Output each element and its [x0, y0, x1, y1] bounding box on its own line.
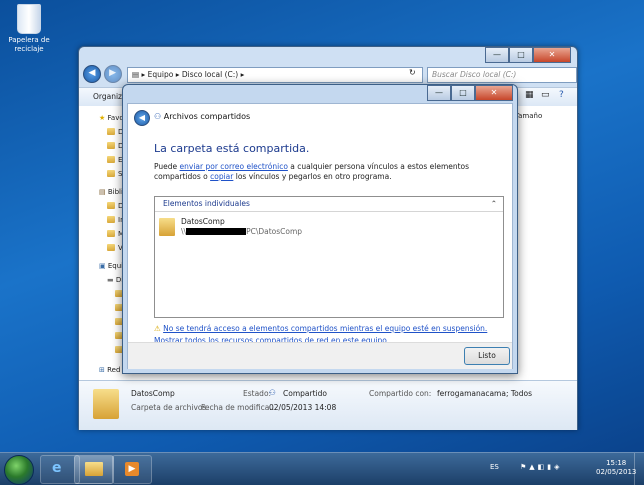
details-pane: DatosComp Carpeta de archivos Estado: ⚇ … — [79, 380, 577, 430]
breadcrumb-equipo[interactable]: Equipo — [148, 70, 174, 79]
shared-item-path: \\ PC\DatosComp — [181, 227, 303, 236]
folder-icon — [107, 202, 115, 209]
disk-icon: ▬ — [107, 276, 116, 284]
folder-icon — [107, 142, 115, 149]
taskbar: e ▶ ES ⚑▲◧▮◈ 15:18 02/05/2013 — [0, 452, 644, 485]
recycle-bin-desktop-icon[interactable]: Papelera de reciclaje — [6, 4, 52, 54]
folder-icon — [107, 156, 115, 163]
shared-files-dialog: — □ ✕ ◀ ⚇ Archivos compartidos La carpet… — [122, 84, 518, 374]
shared-item-name: DatosComp — [181, 217, 225, 226]
email-link[interactable]: enviar por correo electrónico — [180, 162, 288, 171]
window-controls: — □ ✕ — [485, 47, 571, 63]
minimize-button[interactable]: — — [485, 47, 509, 63]
recycle-bin-icon — [17, 4, 41, 34]
help-icon[interactable]: ? — [559, 90, 564, 100]
folder-taskbar-icon — [85, 462, 103, 476]
suspension-warning: ⚠ No se tendrá acceso a elementos compar… — [154, 324, 487, 333]
folder-icon-large — [93, 389, 119, 419]
computer-icon: ▤ ▸ — [132, 70, 148, 79]
navigation-bar: ◀ ▶ ▤ ▸ Equipo ▸ Disco local (C:) ▸ ↻ Bu… — [83, 65, 577, 85]
details-modified-value: 02/05/2013 14:08 — [269, 403, 337, 412]
shared-users-icon: ⚇ — [269, 388, 276, 397]
dialog-body: ◀ ⚇ Archivos compartidos La carpeta está… — [127, 103, 513, 369]
warning-icon: ⚠ — [154, 324, 164, 333]
dialog-controls: — □ ✕ — [427, 85, 513, 101]
library-icon: ▤ — [99, 188, 108, 196]
collapse-chevron-icon[interactable]: ⌃ — [491, 197, 497, 211]
dialog-description: Puede enviar por correo electrónico a cu… — [154, 162, 470, 181]
search-input[interactable]: Buscar Disco local (C:) — [427, 67, 577, 83]
folder-icon — [107, 244, 115, 251]
back-icon[interactable]: ◀ — [83, 65, 101, 83]
star-icon: ★ — [99, 114, 108, 122]
forward-icon[interactable]: ▶ — [103, 65, 122, 83]
folder-icon — [107, 128, 115, 135]
group-header[interactable]: Elementos individuales ⌃ — [155, 197, 503, 212]
details-shared-value: ferrogamanacama; Todos — [437, 389, 533, 398]
recycle-bin-label: Papelera de reciclaje — [8, 36, 50, 53]
media-player-icon: ▶ — [125, 462, 139, 476]
internet-explorer-icon: e — [52, 460, 62, 476]
computer-icon: ▣ — [99, 262, 108, 270]
shared-folder-icon: ⚇ — [154, 112, 164, 121]
details-type: Carpeta de archivos — [131, 403, 207, 412]
clock[interactable]: 15:18 02/05/2013 — [596, 459, 636, 477]
network-icon: ⊞ — [99, 366, 108, 374]
details-name: DatosComp — [131, 389, 175, 398]
close-button[interactable]: ✕ — [533, 47, 571, 63]
folder-icon — [159, 218, 175, 236]
details-state-label: Estado: — [243, 389, 272, 398]
done-button[interactable]: Listo — [464, 347, 510, 365]
warning-link[interactable]: No se tendrá acceso a elementos comparti… — [163, 324, 487, 333]
show-desktop-button[interactable] — [634, 453, 644, 485]
clock-date: 02/05/2013 — [596, 468, 637, 476]
back-arrow-icon[interactable]: ◀ — [134, 110, 150, 126]
folder-icon — [107, 216, 115, 223]
media-player-button[interactable]: ▶ — [112, 455, 152, 484]
view-options-icon[interactable]: ▦ — [525, 90, 534, 100]
column-header-size[interactable]: Tamaño — [515, 112, 542, 120]
clock-time: 15:18 — [606, 459, 627, 467]
preview-pane-icon[interactable]: ▭ — [541, 90, 550, 100]
nav-item[interactable]: ⊞ Red — [99, 366, 120, 374]
dialog-close-button[interactable]: ✕ — [475, 85, 513, 101]
address-bar[interactable]: ▤ ▸ Equipo ▸ Disco local (C:) ▸ — [127, 67, 423, 83]
breadcrumb-disk[interactable]: Disco local (C:) — [182, 70, 238, 79]
shared-items-list[interactable]: Elementos individuales ⌃ DatosComp \\ PC\… — [154, 196, 504, 318]
dialog-maximize-button[interactable]: □ — [451, 85, 475, 101]
copy-link[interactable]: copiar — [210, 172, 233, 181]
dialog-heading: La carpeta está compartida. — [154, 142, 310, 155]
folder-icon — [107, 170, 115, 177]
dialog-footer: Listo — [128, 342, 512, 369]
tray-icons[interactable]: ⚑▲◧▮◈ — [520, 463, 563, 471]
refresh-icon[interactable]: ↻ — [409, 68, 416, 77]
language-indicator[interactable]: ES — [490, 463, 499, 471]
details-modified-label: Fecha de modifica... — [201, 403, 277, 412]
details-state-value: Compartido — [283, 389, 327, 398]
folder-icon — [107, 230, 115, 237]
dialog-title: ⚇ Archivos compartidos — [154, 112, 251, 121]
dialog-minimize-button[interactable]: — — [427, 85, 451, 101]
maximize-button[interactable]: □ — [509, 47, 533, 63]
start-button[interactable] — [4, 455, 34, 485]
shared-item-row[interactable]: DatosComp \\ PC\DatosComp — [159, 217, 359, 241]
explorer-taskbar-button[interactable] — [74, 455, 114, 484]
redacted-block — [186, 228, 247, 235]
details-shared-label: Compartido con: — [369, 389, 432, 398]
